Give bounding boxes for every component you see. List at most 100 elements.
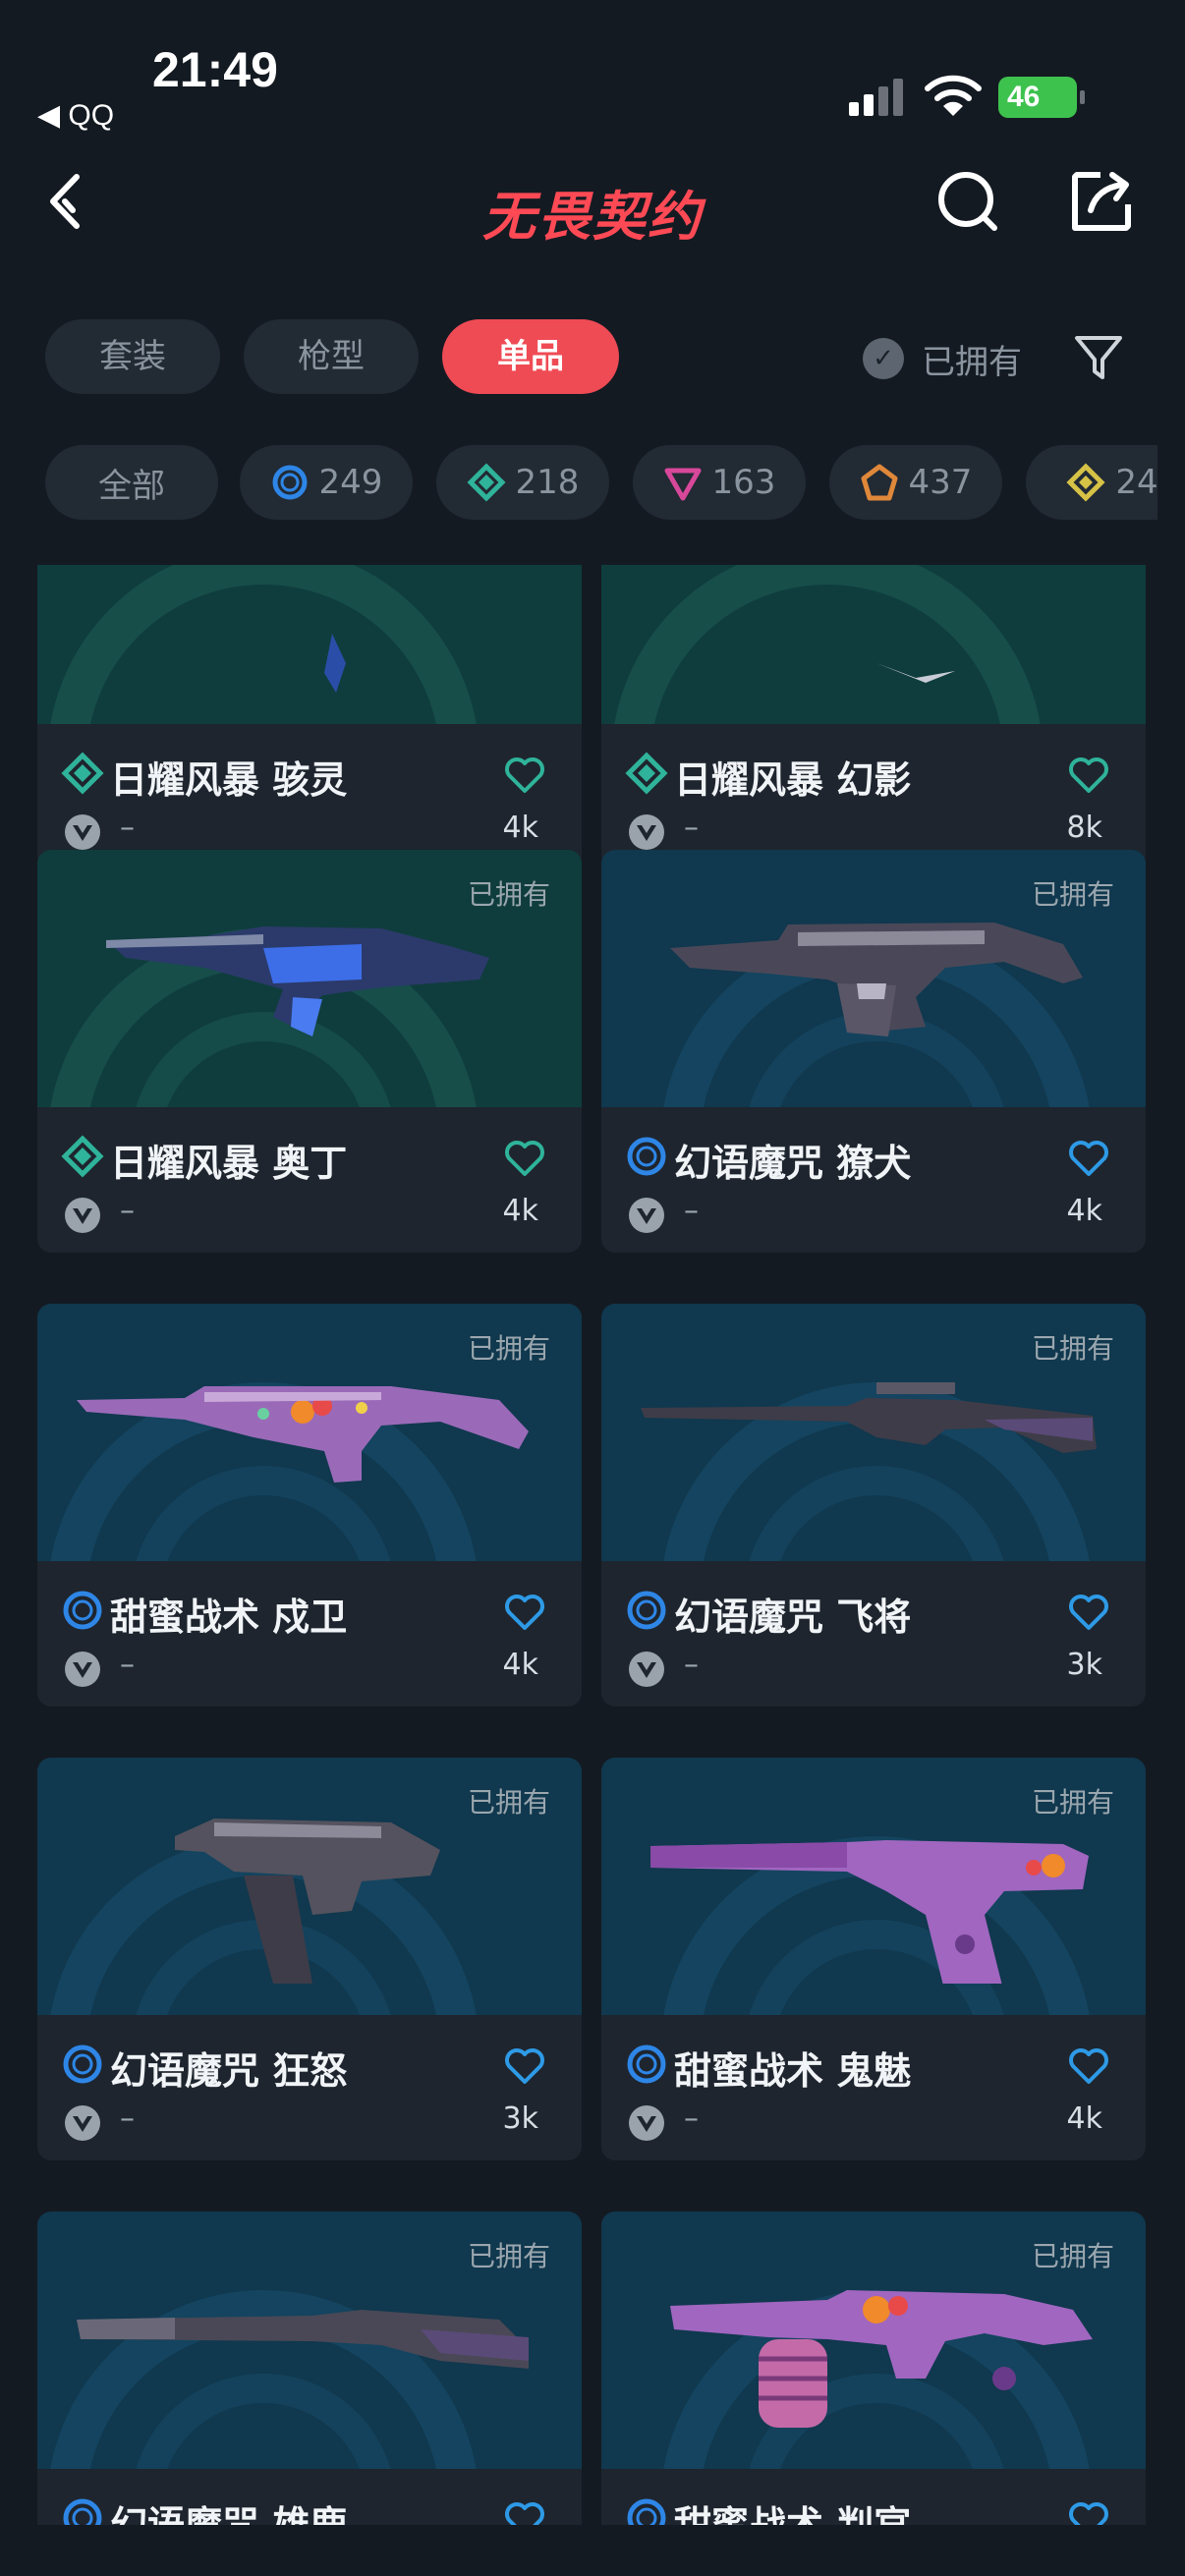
price-placeholder: –	[684, 1648, 699, 1682]
chip-ultra-edition[interactable]: 24	[1026, 445, 1157, 520]
favorite-heart-icon[interactable]	[503, 756, 546, 795]
item-image: 已拥有	[601, 850, 1146, 1107]
select-rarity-icon	[627, 1591, 666, 1630]
deluxe-rarity-icon	[467, 463, 506, 502]
price-placeholder: –	[120, 811, 135, 845]
chip-deluxe-edition[interactable]: 218	[436, 445, 609, 520]
favorite-count: 4k	[502, 1194, 538, 1228]
weapon-guardian-image	[77, 1386, 529, 1483]
item-name: 甜蜜战术 戍卫	[110, 1596, 348, 1639]
top-navigation-bar: 无畏契约	[0, 147, 1185, 255]
deluxe-rarity-icon	[625, 752, 668, 795]
item-name: 日耀风暴 幻影	[674, 758, 912, 802]
chip-count: 249	[318, 463, 383, 502]
price-placeholder: –	[684, 811, 699, 845]
valorant-points-icon	[629, 1198, 664, 1233]
chip-select-edition[interactable]: 249	[240, 445, 413, 520]
weapon-judge-image	[670, 2290, 1093, 2428]
owned-badge: 已拥有	[1031, 878, 1114, 911]
owned-badge: 已拥有	[1031, 1332, 1114, 1365]
chip-exclusive-edition[interactable]: 437	[829, 445, 1002, 520]
valorant-points-icon	[65, 1652, 100, 1687]
item-image: 已拥有	[601, 1304, 1146, 1561]
owned-filter-label: 已拥有	[922, 342, 1022, 382]
item-card[interactable]: 已拥有 甜蜜战术 戍卫 – 4k	[37, 1304, 582, 1707]
favorite-heart-icon[interactable]	[1067, 1593, 1110, 1632]
item-image	[601, 565, 1146, 724]
ultra-rarity-icon	[1066, 463, 1105, 502]
item-name: 幻语魔咒 飞将	[674, 1596, 912, 1639]
item-name: 幻语魔咒 雄鹿	[110, 2503, 348, 2525]
weapon-marshal-image	[641, 1382, 1097, 1453]
tab-sets[interactable]: 套装	[45, 319, 220, 394]
favorite-heart-icon[interactable]	[1067, 2046, 1110, 2086]
valorant-points-icon	[629, 814, 664, 850]
share-icon[interactable]	[1067, 167, 1136, 236]
item-name: 日耀风暴 奥丁	[110, 1142, 348, 1185]
weapon-odin-image	[106, 926, 489, 1036]
item-card[interactable]: 已拥有 幻语魔咒 雄鹿	[37, 2212, 582, 2525]
weapon-bulldog-image	[670, 923, 1083, 1036]
tab-weapon-type[interactable]: 枪型	[244, 319, 419, 394]
item-card[interactable]: 已拥有 幻语魔咒 飞将 – 3k	[601, 1304, 1146, 1707]
select-rarity-icon	[627, 2044, 666, 2084]
weapon-bucky-image	[77, 2310, 529, 2369]
favorite-heart-icon[interactable]	[503, 2046, 546, 2086]
search-icon[interactable]	[933, 167, 1002, 236]
chip-count: 163	[711, 463, 776, 502]
chip-premium-edition[interactable]: 163	[633, 445, 806, 520]
favorite-count: 4k	[1066, 2101, 1102, 2136]
favorite-count: 4k	[502, 1648, 538, 1682]
tab-items[interactable]: 单品	[442, 319, 619, 394]
select-rarity-icon	[627, 1137, 666, 1176]
item-card[interactable]: 日耀风暴 幻影 – 8k	[601, 565, 1146, 869]
valorant-points-icon	[629, 1652, 664, 1687]
favorite-heart-icon[interactable]	[1067, 1139, 1110, 1178]
valorant-points-icon	[65, 1198, 100, 1233]
owned-badge: 已拥有	[467, 1786, 550, 1819]
item-card[interactable]: 已拥有 日耀风暴 奥丁 – 4k	[37, 850, 582, 1253]
owned-badge: 已拥有	[1031, 1786, 1114, 1819]
filter-icon[interactable]	[1073, 332, 1124, 383]
valorant-points-icon	[65, 2105, 100, 2141]
item-name: 幻语魔咒 狂怒	[110, 2049, 348, 2093]
weapon-stinger-image	[175, 1819, 440, 1984]
favorite-heart-icon[interactable]	[1067, 756, 1110, 795]
item-card[interactable]: 日耀风暴 骇灵 – 4k	[37, 565, 582, 869]
price-placeholder: –	[120, 1648, 135, 1682]
cellular-signal-icon	[849, 79, 903, 116]
select-rarity-icon	[63, 2498, 102, 2525]
chip-count: 24	[1115, 463, 1157, 502]
item-name: 幻语魔咒 獠犬	[674, 1142, 912, 1185]
select-rarity-icon	[627, 2498, 666, 2525]
price-placeholder: –	[120, 2101, 135, 2136]
favorite-heart-icon[interactable]	[503, 1593, 546, 1632]
select-rarity-icon	[63, 1591, 102, 1630]
battery-indicator: 46	[998, 77, 1085, 118]
favorite-heart-icon[interactable]	[1067, 2500, 1110, 2525]
back-arrow-icon[interactable]	[39, 167, 98, 236]
favorite-count: 3k	[502, 2101, 538, 2136]
item-card[interactable]: 已拥有 甜蜜战术 鬼魅 – 4k	[601, 1758, 1146, 2160]
chip-all[interactable]: 全部	[45, 445, 218, 520]
price-placeholder: –	[120, 1194, 135, 1228]
favorite-heart-icon[interactable]	[503, 1139, 546, 1178]
item-card[interactable]: 已拥有 甜蜜战术 判官	[601, 2212, 1146, 2525]
item-image: 已拥有	[37, 850, 582, 1107]
back-to-qq-link[interactable]: ◀ QQ	[37, 98, 114, 133]
item-card[interactable]: 已拥有 幻语魔咒 狂怒 – 3k	[37, 1758, 582, 2160]
owned-filter-toggle[interactable]: ✓ 已拥有	[863, 334, 1022, 383]
item-image: 已拥有	[601, 2212, 1146, 2469]
item-name: 甜蜜战术 判官	[674, 2503, 912, 2525]
valorant-points-icon	[629, 2105, 664, 2141]
owned-badge: 已拥有	[467, 878, 550, 911]
app-logo: 无畏契约	[482, 186, 703, 248]
owned-badge: 已拥有	[467, 1332, 550, 1365]
item-image: 已拥有	[37, 1758, 582, 2015]
favorite-count: 3k	[1066, 1648, 1102, 1682]
item-name: 日耀风暴 骇灵	[110, 758, 348, 802]
item-card[interactable]: 已拥有 幻语魔咒 獠犬 – 4k	[601, 850, 1146, 1253]
deluxe-rarity-icon	[61, 1135, 104, 1178]
favorite-heart-icon[interactable]	[503, 2500, 546, 2525]
wifi-icon	[925, 75, 982, 116]
